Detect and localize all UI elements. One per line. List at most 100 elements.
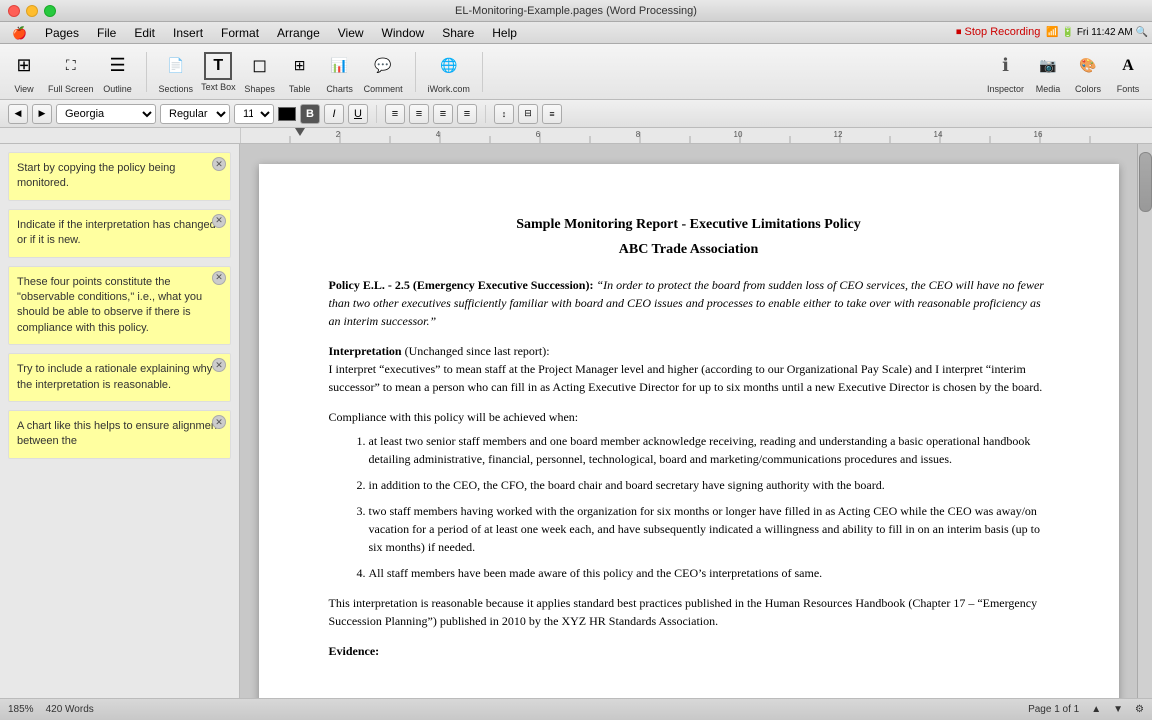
- toolbar-sections[interactable]: 📄 Sections: [159, 50, 194, 94]
- nav-down-button[interactable]: ▼: [1113, 704, 1123, 715]
- comment-label: Comment: [364, 84, 403, 94]
- maximize-button[interactable]: [44, 5, 56, 17]
- font-size-select[interactable]: 11: [234, 104, 274, 124]
- toolbar-comment[interactable]: 💬 Comment: [364, 50, 403, 94]
- charts-icon[interactable]: 📊: [324, 50, 356, 82]
- minimize-button[interactable]: [26, 5, 38, 17]
- sidebar-note-3: ✕ These four points constitute the "obse…: [8, 266, 231, 346]
- font-style-select[interactable]: Regular: [160, 104, 230, 124]
- note-5-close-button[interactable]: ✕: [212, 415, 226, 429]
- svg-text:2: 2: [336, 130, 341, 139]
- policy-section: Policy E.L. - 2.5 (Emergency Executive S…: [329, 276, 1049, 330]
- italic-button[interactable]: I: [324, 104, 344, 124]
- titlebar: EL-Monitoring-Example.pages (Word Proces…: [0, 0, 1152, 22]
- format-separator: [376, 105, 377, 123]
- note-4-close-button[interactable]: ✕: [212, 358, 226, 372]
- sidebar-note-5: ✕ A chart like this helps to ensure alig…: [8, 410, 231, 459]
- page-indicator: Page 1 of 1: [1028, 704, 1079, 715]
- menu-edit[interactable]: Edit: [126, 24, 163, 42]
- menu-insert[interactable]: Insert: [165, 24, 211, 42]
- inspector-label: Inspector: [987, 84, 1024, 94]
- note-3-close-button[interactable]: ✕: [212, 271, 226, 285]
- format-separator-2: [485, 105, 486, 123]
- menu-view[interactable]: View: [330, 24, 372, 42]
- interpretation-header: Interpretation (Unchanged since last rep…: [329, 342, 1049, 360]
- menu-apple[interactable]: 🍎: [4, 24, 35, 42]
- toolbar-outline[interactable]: ☰ Outline: [102, 50, 134, 94]
- menu-arrange[interactable]: Arrange: [269, 24, 328, 42]
- view-controls-right[interactable]: ▶: [32, 104, 52, 124]
- shapes-icon[interactable]: ◻: [244, 50, 276, 82]
- iwork-label: iWork.com: [428, 84, 470, 94]
- toolbar-iwork[interactable]: 🌐 iWork.com: [428, 50, 470, 94]
- spacing-button[interactable]: ↕: [494, 104, 514, 124]
- font-color-swatch[interactable]: [278, 107, 296, 121]
- ruler: 2 4 6 8 10 12 14 16: [0, 128, 1152, 144]
- colors-icon[interactable]: 🎨: [1072, 50, 1104, 82]
- svg-text:16: 16: [1034, 130, 1043, 139]
- toolbar-fullscreen[interactable]: ⛶ Full Screen: [48, 50, 94, 94]
- settings-button[interactable]: ⚙: [1135, 704, 1144, 715]
- menu-help[interactable]: Help: [484, 24, 525, 42]
- menu-share[interactable]: Share: [434, 24, 482, 42]
- vertical-scrollbar[interactable]: [1137, 144, 1152, 698]
- toolbar-inspector[interactable]: ℹ Inspector: [987, 50, 1024, 94]
- menubar: 🍎 Pages File Edit Insert Format Arrange …: [0, 22, 1152, 44]
- toolbar-charts[interactable]: 📊 Charts: [324, 50, 356, 94]
- table-icon[interactable]: ⊞: [284, 50, 316, 82]
- fullscreen-icon[interactable]: ⛶: [55, 50, 87, 82]
- sidebar-note-1: ✕ Start by copying the policy being moni…: [8, 152, 231, 201]
- rationale-text: This interpretation is reasonable becaus…: [329, 594, 1049, 630]
- view-controls-left[interactable]: ◀: [8, 104, 28, 124]
- window-title: EL-Monitoring-Example.pages (Word Proces…: [455, 5, 697, 17]
- sections-icon[interactable]: 📄: [160, 50, 192, 82]
- toolbar-colors[interactable]: 🎨 Colors: [1072, 50, 1104, 94]
- underline-button[interactable]: U: [348, 104, 368, 124]
- toolbar-shapes[interactable]: ◻ Shapes: [244, 50, 276, 94]
- align-justify-button[interactable]: ≡: [457, 104, 477, 124]
- statusbar: 185% 420 Words Page 1 of 1 ▲ ▼ ⚙: [0, 698, 1152, 720]
- menu-file[interactable]: File: [89, 24, 124, 42]
- close-button[interactable]: [8, 5, 20, 17]
- note-2-close-button[interactable]: ✕: [212, 214, 226, 228]
- bold-button[interactable]: B: [300, 104, 320, 124]
- align-left-button[interactable]: ≡: [385, 104, 405, 124]
- align-center-button[interactable]: ≡: [409, 104, 429, 124]
- formatbar: ◀ ▶ Georgia Regular 11 B I U ≡ ≡ ≡ ≡ ↕ ⊟…: [0, 100, 1152, 128]
- scrollbar-thumb[interactable]: [1139, 152, 1152, 212]
- toolbar-textbox[interactable]: T Text Box: [201, 52, 236, 92]
- toolbar-view[interactable]: ⊞ View: [8, 50, 40, 94]
- list-button[interactable]: ≡: [542, 104, 562, 124]
- columns-button[interactable]: ⊟: [518, 104, 538, 124]
- table-label: Table: [289, 84, 311, 94]
- nav-up-button[interactable]: ▲: [1091, 704, 1101, 715]
- compliance-list: at least two senior staff members and on…: [329, 432, 1049, 582]
- media-icon[interactable]: 📷: [1032, 50, 1064, 82]
- policy-header-label: Policy E.L. - 2.5 (Emergency Executive S…: [329, 278, 594, 292]
- note-1-close-button[interactable]: ✕: [212, 157, 226, 171]
- textbox-label: Text Box: [201, 82, 236, 92]
- document-area[interactable]: Sample Monitoring Report - Executive Lim…: [240, 144, 1137, 698]
- interpretation-note: (Unchanged since last report):: [405, 344, 550, 358]
- iwork-icon[interactable]: 🌐: [433, 50, 465, 82]
- view-icon[interactable]: ⊞: [8, 50, 40, 82]
- outline-icon[interactable]: ☰: [102, 50, 134, 82]
- toolbar-media[interactable]: 📷 Media: [1032, 50, 1064, 94]
- menu-pages[interactable]: Pages: [37, 24, 87, 42]
- compliance-item-3: two staff members having worked with the…: [369, 502, 1049, 556]
- toolbar-table[interactable]: ⊞ Table: [284, 50, 316, 94]
- toolbar-fonts[interactable]: A Fonts: [1112, 50, 1144, 94]
- comment-icon[interactable]: 💬: [367, 50, 399, 82]
- fonts-label: Fonts: [1117, 84, 1140, 94]
- menu-window[interactable]: Window: [374, 24, 433, 42]
- font-family-select[interactable]: Georgia: [56, 104, 156, 124]
- align-right-button[interactable]: ≡: [433, 104, 453, 124]
- rationale-section: This interpretation is reasonable becaus…: [329, 594, 1049, 630]
- menu-format[interactable]: Format: [213, 24, 267, 42]
- textbox-icon[interactable]: T: [204, 52, 232, 80]
- interpretation-label: Interpretation: [329, 344, 402, 358]
- charts-label: Charts: [326, 84, 353, 94]
- inspector-icon[interactable]: ℹ: [989, 50, 1021, 82]
- fonts-icon[interactable]: A: [1112, 50, 1144, 82]
- compliance-intro: Compliance with this policy will be achi…: [329, 408, 1049, 426]
